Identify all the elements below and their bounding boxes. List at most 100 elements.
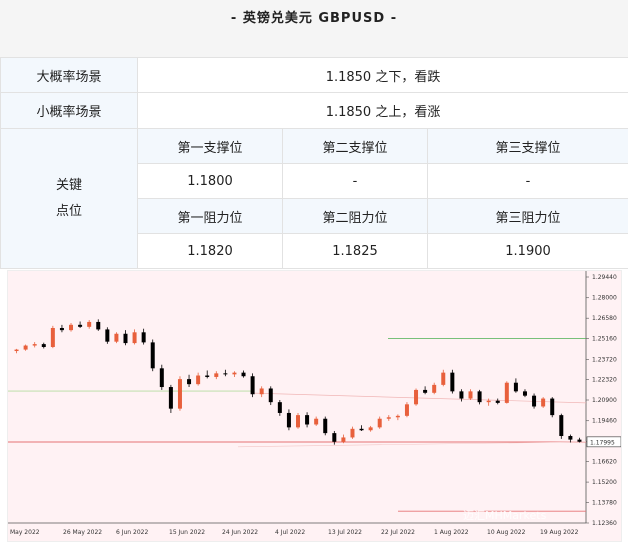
x-tick-label: 1 Aug 2022 (434, 529, 469, 536)
candle-body (277, 402, 282, 413)
candle-body (78, 324, 83, 327)
candle-body (59, 327, 64, 331)
x-tick-label: 26 May 2022 (63, 529, 102, 536)
y-tick-label: 1.25160 (592, 336, 617, 343)
candle-body (259, 388, 264, 395)
candle-body (50, 327, 55, 347)
candle-body (268, 388, 273, 403)
candle-body (404, 404, 409, 416)
x-tick-label: 22 Jul 2022 (381, 529, 415, 536)
y-tick-label: 1.16620 (592, 459, 617, 466)
candle-body (550, 398, 555, 416)
y-tick-label: 1.23720 (592, 356, 617, 363)
x-tick-label: 10 Aug 2022 (487, 529, 526, 536)
candle-body (450, 372, 455, 392)
candle-body (377, 418, 382, 428)
candle-body (323, 418, 328, 434)
candle-body (69, 324, 74, 331)
candle-body (568, 436, 573, 440)
candle-body (87, 321, 92, 327)
candle-body (513, 382, 518, 392)
support-value: - (282, 163, 428, 199)
candle-body (532, 395, 537, 407)
x-tick-label: 4 Jul 2022 (275, 529, 305, 536)
candle-body (168, 387, 173, 409)
candle-body (459, 391, 464, 399)
y-tick-label: 1.12360 (592, 520, 617, 527)
x-tick-label: 13 Jul 2022 (328, 529, 362, 536)
candle-body (23, 345, 28, 350)
candle-body (577, 439, 582, 442)
candle-body (32, 344, 37, 346)
price-chart-svg: 1.29440 1.28000 1.26580 1.25160 1.23720 1.223… (8, 271, 621, 536)
candle-body (205, 375, 210, 377)
watermark-text: 迈汇MHMarkets (463, 509, 547, 522)
y-tick-label: 1.15200 (592, 479, 617, 486)
x-tick-label: May 2022 (10, 529, 40, 536)
candle-body (286, 412, 291, 428)
key-points-label: 关键 点位 (0, 128, 138, 269)
x-tick-label: 24 Jun 2022 (222, 529, 258, 536)
candle-body (105, 329, 110, 342)
candle-body (386, 417, 391, 419)
candle-body (196, 375, 201, 385)
candle-body (305, 415, 310, 425)
candle-body (41, 344, 46, 347)
scenario-text: 1.1850 之上，看涨 (136, 92, 628, 129)
y-tick-label: 1.26580 (592, 315, 617, 322)
candle-body (441, 372, 446, 385)
resistance-header: 第一阻力位 (137, 198, 283, 234)
key-points-label-line2: 点位 (55, 203, 82, 219)
candle-body (395, 415, 400, 418)
candle-body (314, 418, 319, 425)
candle-body (504, 382, 509, 403)
candle-body (414, 389, 419, 405)
y-tick-label: 1.28000 (592, 295, 617, 302)
candle-body (150, 342, 155, 369)
candle-body (114, 333, 119, 342)
y-tick-label: 1.20900 (592, 397, 617, 404)
y-tick-label: 1.29440 (592, 274, 617, 281)
analysis-table: 大概率场景 1.1850 之下，看跌 小概率场景 1.1850 之上，看涨 关键… (0, 57, 628, 269)
page-title: - 英镑兑美元 GBPUSD - (230, 11, 398, 26)
candle-body (423, 389, 428, 393)
candle-body (495, 400, 500, 403)
support-header: 第三支撑位 (426, 128, 628, 164)
candle-body (522, 391, 527, 396)
candle-body (368, 427, 373, 431)
candle-body (468, 391, 473, 399)
y-tick-label: 1.19460 (592, 418, 617, 425)
candle-body (214, 373, 219, 377)
support-value: - (426, 163, 628, 199)
table-row: 关键 点位 第一支撑位 第二支撑位 第三支撑位 (0, 128, 628, 269)
scenario-label: 大概率场景 (0, 57, 138, 93)
y-tick-label: 1.22320 (592, 377, 617, 384)
candle-body (132, 332, 137, 344)
candle-body (159, 368, 164, 388)
price-chart: 1.29440 1.28000 1.26580 1.25160 1.23720 1.223… (7, 270, 622, 542)
candle-body (123, 333, 128, 344)
resistance-value: 1.1825 (282, 233, 428, 269)
candle-body (141, 332, 146, 343)
candle-body (486, 400, 491, 403)
support-header: 第一支撑位 (137, 128, 283, 164)
support-value: 1.1800 (137, 163, 283, 199)
key-points-label-line1: 关键 (55, 177, 82, 193)
candle-body (96, 321, 101, 330)
table-row: 小概率场景 1.1850 之上，看涨 (0, 92, 628, 129)
candle-body (541, 398, 546, 407)
candle-body (223, 373, 228, 375)
candle-body (250, 376, 255, 395)
candle-body (359, 428, 364, 431)
scenario-label: 小概率场景 (0, 92, 138, 129)
resistance-header: 第三阻力位 (426, 198, 628, 234)
table-row: 大概率场景 1.1850 之下，看跌 (0, 57, 628, 93)
title-bar: - 英镑兑美元 GBPUSD - (0, 0, 628, 57)
candle-body (187, 379, 192, 385)
support-header: 第二支撑位 (282, 128, 428, 164)
candle-body (432, 384, 437, 393)
x-tick-label: 6 Jun 2022 (116, 529, 148, 536)
candle-body (477, 391, 482, 403)
candle-body (341, 437, 346, 442)
scenario-text: 1.1850 之下，看跌 (136, 57, 628, 93)
